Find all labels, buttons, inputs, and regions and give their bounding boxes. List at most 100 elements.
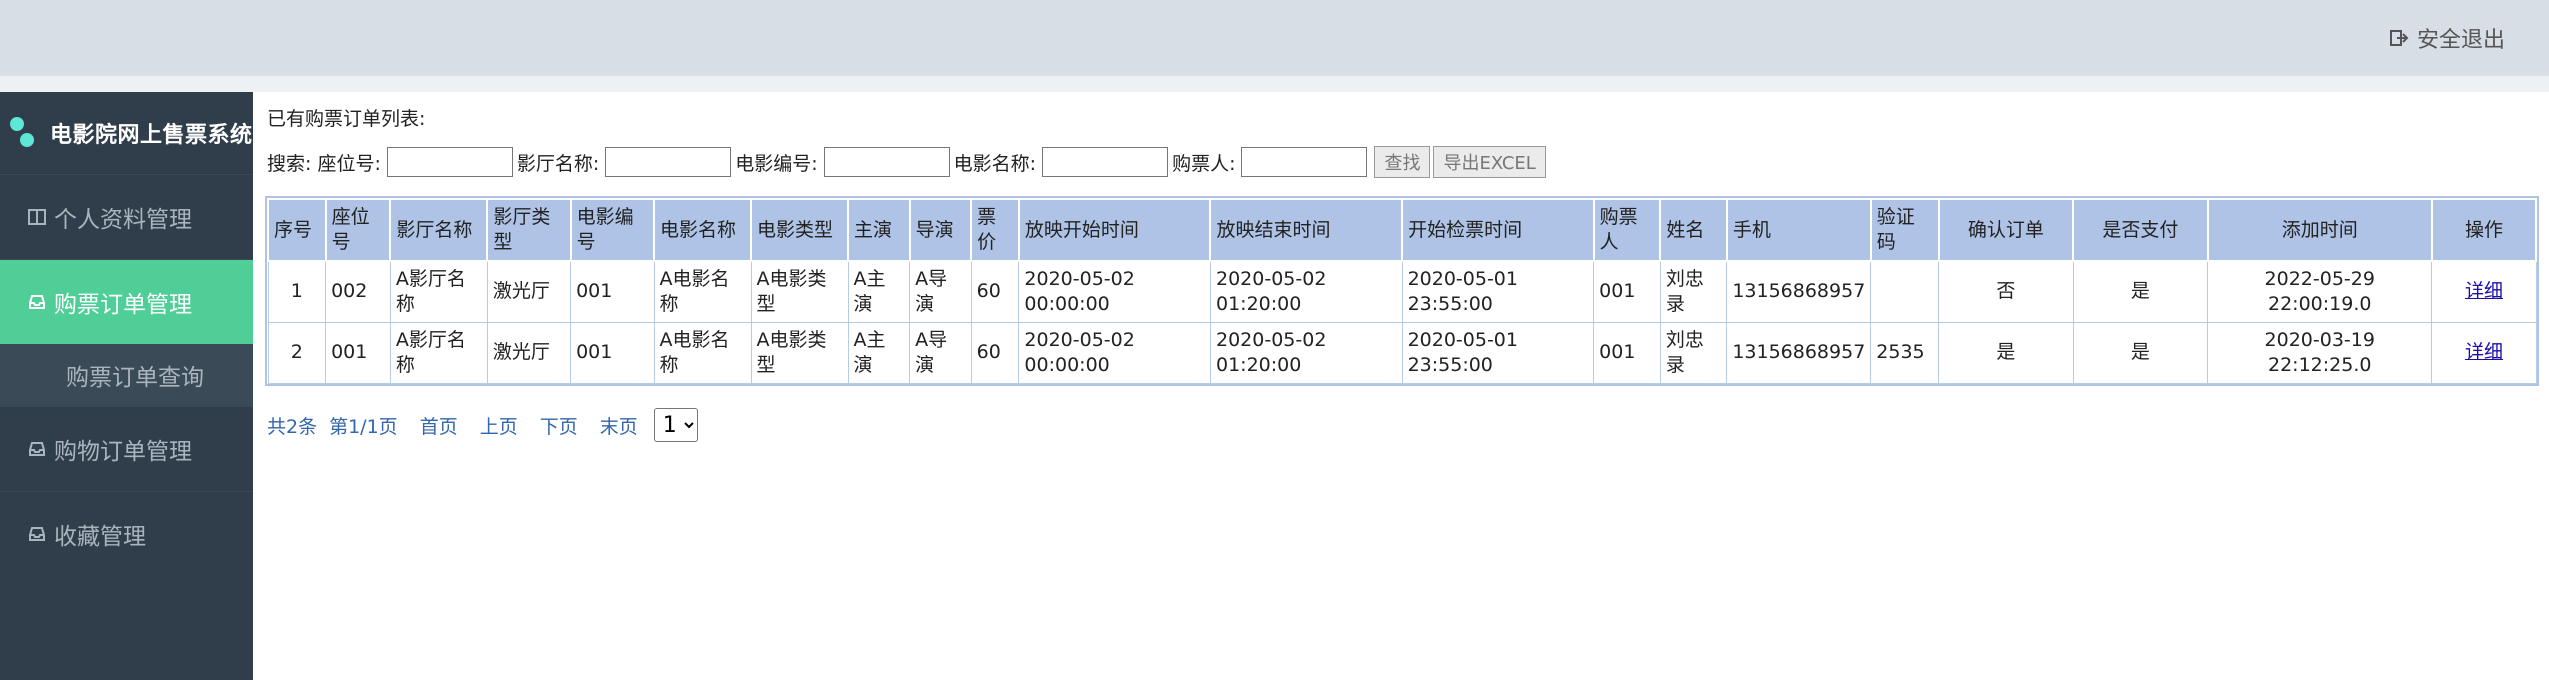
table-row: 2 001 A影厅名称 激光厅 001 A电影名称 A电影类型 A主演 A导演 …: [267, 321, 2537, 384]
sidebar-item-label: 购票订单管理: [54, 292, 192, 318]
sidebar-item-favorites[interactable]: 收藏管理: [0, 491, 253, 576]
inbox-icon: [29, 295, 45, 309]
table-cell: A导演: [909, 260, 972, 323]
main-content: 已有购票订单列表: 搜索: 座位号: 影厅名称: 电影编号: 电影名称: 购票人…: [253, 92, 2549, 680]
table-cell: 是: [1938, 321, 2074, 384]
column-header: 购票人: [1592, 198, 1662, 262]
first-page-link[interactable]: 首页: [420, 412, 458, 439]
column-header: 操作: [2430, 198, 2538, 262]
seat-number-input[interactable]: [386, 147, 513, 177]
column-header: 影厅类型: [486, 198, 572, 262]
buyer-label: 购票人:: [1172, 152, 1236, 175]
table-cell: 001: [570, 260, 655, 323]
header-divider: [0, 76, 2549, 92]
table-cell: 是: [2072, 321, 2209, 384]
table-cell: A主演: [847, 321, 911, 384]
column-header: 手机: [1725, 198, 1872, 262]
table-cell: 2535: [1870, 321, 1940, 384]
pagination: 共2条 第1/1页 首页 上页 下页 末页 1: [267, 408, 698, 442]
column-header: 姓名: [1659, 198, 1728, 262]
export-excel-button[interactable]: 导出EXCEL: [1433, 146, 1546, 178]
sidebar-subitem-ticket-query[interactable]: 购票订单查询: [0, 344, 253, 406]
table-cell: 详细: [2431, 321, 2537, 384]
search-bar: 搜索: 座位号: 影厅名称: 电影编号: 电影名称: 购票人: 查找 导出EXC…: [267, 146, 1546, 178]
table-cell: 激光厅: [486, 321, 572, 384]
table-cell: A影厅名称: [389, 321, 488, 384]
last-page-link[interactable]: 末页: [600, 412, 638, 439]
sidebar-item-label: 收藏管理: [54, 524, 146, 550]
next-page-link[interactable]: 下页: [540, 412, 578, 439]
column-header: 影厅名称: [389, 198, 489, 262]
table-cell: 2020-05-02 01:20:00: [1209, 321, 1403, 384]
table-cell: 2020-05-02 00:00:00: [1018, 260, 1211, 323]
table-cell: 刘忠录: [1659, 321, 1728, 384]
movie-number-input[interactable]: [823, 147, 950, 177]
table-cell: 2: [267, 321, 327, 384]
column-header: 是否支付: [2072, 198, 2209, 262]
table-cell: 2020-05-01 23:55:00: [1401, 260, 1595, 323]
table-cell: A影厅名称: [389, 260, 488, 323]
brand: 电影院网上售票系统: [0, 92, 253, 174]
detail-link[interactable]: 详细: [2465, 341, 2503, 363]
table-cell: 激光厅: [486, 260, 572, 323]
brand-logo-icon: [10, 111, 40, 155]
column-header: 序号: [267, 198, 327, 262]
hall-name-input[interactable]: [605, 147, 732, 177]
movie-number-label: 电影编号:: [735, 152, 818, 175]
inbox-icon: [29, 442, 45, 456]
column-header: 放映结束时间: [1209, 198, 1404, 262]
logout-label: 安全退出: [2416, 28, 2505, 53]
sidebar-item-label: 购物订单管理: [54, 439, 192, 465]
sidebar: 电影院网上售票系统 个人资料管理 购票订单管理 购票订单查询 购物订单管理 收藏…: [0, 92, 253, 680]
column-header: 主演: [847, 198, 911, 262]
table-cell: A主演: [847, 260, 911, 323]
column-header: 开始检票时间: [1401, 198, 1595, 262]
brand-title: 电影院网上售票系统: [50, 123, 253, 148]
inbox-icon: [29, 527, 45, 541]
sidebar-item-label: 个人资料管理: [54, 207, 192, 233]
hall-name-label: 影厅名称:: [516, 152, 600, 175]
buyer-input[interactable]: [1241, 147, 1368, 177]
page-select[interactable]: 1: [653, 408, 698, 442]
column-header: 电影名称: [653, 198, 753, 262]
table-cell: 13156868957: [1726, 321, 1872, 384]
column-header: 添加时间: [2206, 198, 2433, 262]
top-header: 安全退出: [0, 0, 2549, 76]
column-header: 放映开始时间: [1017, 198, 1212, 262]
table-cell: 是: [2072, 260, 2209, 323]
sidebar-item-ticket-orders[interactable]: 购票订单管理: [0, 259, 253, 344]
table-cell: 详细: [2431, 260, 2537, 323]
table-cell: 001: [325, 321, 391, 384]
prev-page-link[interactable]: 上页: [480, 412, 518, 439]
detail-link[interactable]: 详细: [2465, 280, 2503, 302]
search-seat-label: 搜索: 座位号:: [267, 152, 381, 175]
table-row: 1 002 A影厅名称 激光厅 001 A电影名称 A电影类型 A主演 A导演 …: [267, 260, 2537, 323]
table-cell: 2020-05-02 01:20:00: [1209, 260, 1403, 323]
table-header-row: 序号 座位号 影厅名称 影厅类型 电影编号 电影名称 电影类型 主演 导演 票价…: [267, 198, 2538, 262]
movie-name-label: 电影名称:: [953, 152, 1037, 175]
sidebar-item-profile[interactable]: 个人资料管理: [0, 174, 253, 259]
table-cell: A导演: [909, 321, 972, 384]
column-header: 验证码: [1869, 198, 1940, 262]
column-header: 确认订单: [1937, 198, 2075, 262]
table-cell: 60: [970, 321, 1020, 384]
movie-name-input[interactable]: [1042, 147, 1169, 177]
table-cell: 002: [325, 260, 391, 323]
column-header: 电影编号: [569, 198, 656, 262]
table-cell: 001: [1593, 321, 1661, 384]
column-header: 座位号: [324, 198, 392, 262]
total-count: 共2条: [267, 415, 318, 438]
table-cell: A电影名称: [653, 260, 752, 323]
table-cell: 2020-05-01 23:55:00: [1401, 321, 1595, 384]
logout-button[interactable]: 安全退出: [2389, 22, 2505, 54]
orders-table: 序号 座位号 影厅名称 影厅类型 电影编号 电影名称 电影类型 主演 导演 票价…: [265, 196, 2539, 386]
list-title: 已有购票订单列表:: [267, 108, 426, 130]
sidebar-item-shopping-orders[interactable]: 购物订单管理: [0, 406, 253, 491]
find-button[interactable]: 查找: [1374, 146, 1431, 178]
column-header: 电影类型: [750, 198, 850, 262]
page-info: 第1/1页: [329, 415, 398, 438]
table-cell: A电影类型: [750, 321, 849, 384]
table-cell: 13156868957: [1726, 260, 1872, 323]
table-cell: 2022-05-29 22:00:19.0: [2207, 260, 2433, 323]
book-icon: [28, 209, 46, 225]
